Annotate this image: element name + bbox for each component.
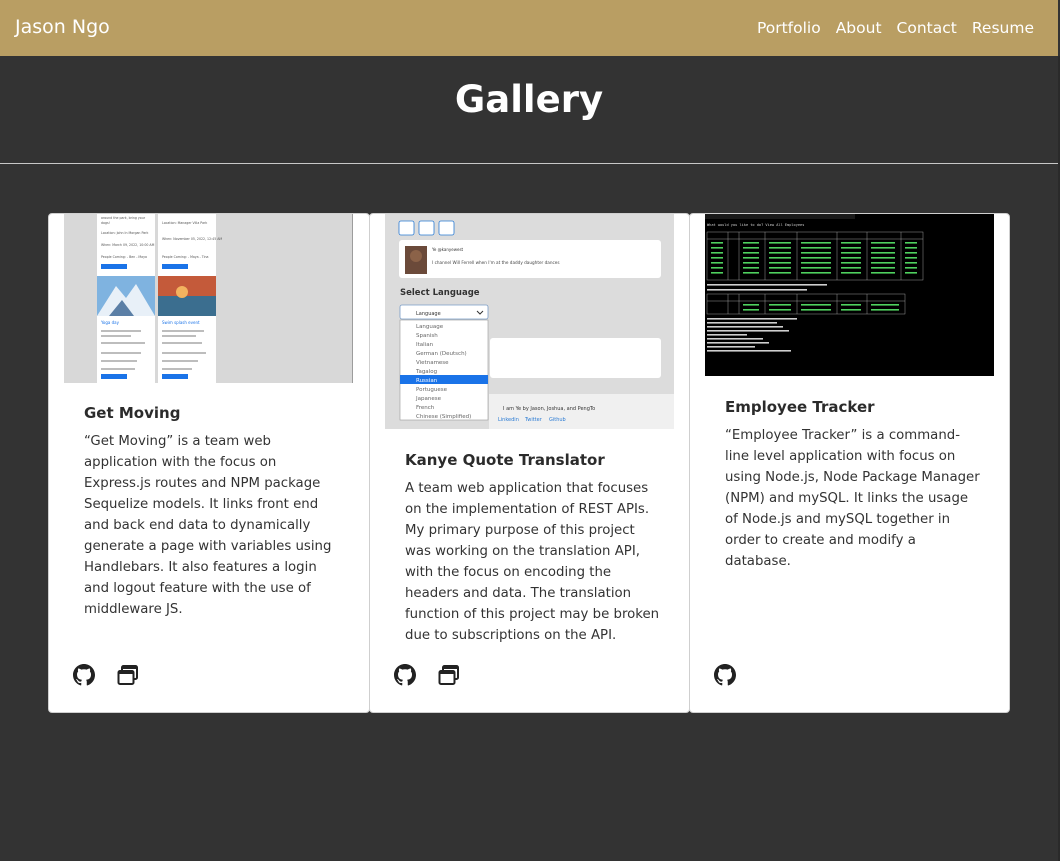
lang-option-4: Vietnamese <box>416 360 449 366</box>
lang-option-7: Portuguese <box>416 387 448 393</box>
nav-about[interactable]: About <box>836 19 882 37</box>
project-card-get-moving: around the park, bring your dogs! Locati… <box>48 213 370 713</box>
gm-event-swim: Swim splash event <box>162 320 200 325</box>
nav-portfolio[interactable]: Portfolio <box>757 19 821 37</box>
lang-option-1: Spanish <box>416 333 438 339</box>
window-icon[interactable] <box>117 664 139 686</box>
kanye-footer-github: Github <box>549 417 566 423</box>
card-description: “Get Moving” is a team web application w… <box>84 434 332 617</box>
page-title: Gallery <box>454 78 604 121</box>
lang-option-10: Chinese (Simplified) <box>416 414 471 420</box>
card-title: Get Moving <box>84 404 181 422</box>
project-card-employee-tracker: What would you like to do? View All Empl… <box>689 213 1010 713</box>
kanye-footer-twitter: Twitter <box>524 417 543 423</box>
brand-link[interactable]: Jason Ngo <box>15 16 110 38</box>
gm-left-line-2: Location: John In Morgan Park <box>101 231 148 235</box>
gm-event-yoga: Yoga day <box>100 320 120 325</box>
nav-contact[interactable]: Contact <box>897 19 957 37</box>
project-screenshot-employee-tracker: What would you like to do? View All Empl… <box>705 214 994 376</box>
kanye-quote: I channel Will Ferrell when I'm at the d… <box>432 260 560 265</box>
card-title: Employee Tracker <box>725 398 875 416</box>
project-screenshot-get-moving: around the park, bring your dogs! Locati… <box>64 214 353 383</box>
github-icon[interactable] <box>394 664 416 686</box>
svg-text:I am Ye by Jason, Joshua, and: I am Ye by Jason, Joshua, and PengTo <box>503 406 595 412</box>
nav-resume[interactable]: Resume <box>972 19 1034 37</box>
card-links <box>714 664 736 686</box>
card-links <box>394 664 460 686</box>
kanye-select-label: Select Language <box>400 288 480 298</box>
lang-option-9: French <box>416 405 435 411</box>
card-description: “Employee Tracker” is a command-line lev… <box>725 428 980 569</box>
navbar: Jason Ngo Portfolio About Contact Resume <box>0 0 1058 56</box>
project-card-kanye-quote-translator: Ye @kanyewest I channel Will Ferrell whe… <box>369 213 690 713</box>
nav-links: Portfolio About Contact Resume <box>757 19 1034 37</box>
gm-right-line-0: Location: Manager Villa Park <box>162 221 207 225</box>
kanye-footer-linkedin: Linkedin <box>498 417 519 423</box>
gm-attend-button-1 <box>101 264 127 269</box>
lang-option-8: Japanese <box>415 396 442 402</box>
gm-left-line-0: around the park, bring your <box>101 216 146 220</box>
get-moving-screenshot-art: around the park, bring your dogs! Locati… <box>64 214 353 383</box>
terminal-prompt: What would you like to do? View All Empl… <box>707 223 804 227</box>
gm-right-line-2: People Coming: - Maya - Tina <box>162 255 209 259</box>
window-icon[interactable] <box>438 664 460 686</box>
card-description: A team web application that focuses on t… <box>405 481 660 643</box>
gm-attend-button-2 <box>162 264 188 269</box>
gm-left-line-3: When: March 09, 2022, 10:00 AM <box>101 243 155 247</box>
gm-left-line-1: dogs! <box>101 221 110 225</box>
gm-left-line-4: People Coming: - Ben - Maya <box>101 255 147 259</box>
project-screenshot-kanye: Ye @kanyewest I channel Will Ferrell whe… <box>385 214 674 429</box>
kanye-screenshot-art: Ye @kanyewest I channel Will Ferrell whe… <box>385 214 674 429</box>
lang-option-0: Language <box>416 324 444 330</box>
lang-option-3: German (Deutsch) <box>416 351 467 357</box>
lang-option-2: Italian <box>416 342 434 348</box>
lang-option-6: Russian <box>416 378 438 384</box>
kanye-select-value: Language <box>416 311 441 317</box>
github-icon[interactable] <box>73 664 95 686</box>
divider <box>0 163 1058 164</box>
github-icon[interactable] <box>714 664 736 686</box>
card-links <box>73 664 139 686</box>
employee-tracker-screenshot-art: What would you like to do? View All Empl… <box>705 214 994 376</box>
svg-text:Ye @kanyewest: Ye @kanyewest <box>431 247 464 252</box>
card-title: Kanye Quote Translator <box>405 451 605 469</box>
gm-right-line-1: When: November 05, 2022, 12:45 AM <box>162 237 222 241</box>
lang-option-5: Tagalog <box>415 369 437 375</box>
